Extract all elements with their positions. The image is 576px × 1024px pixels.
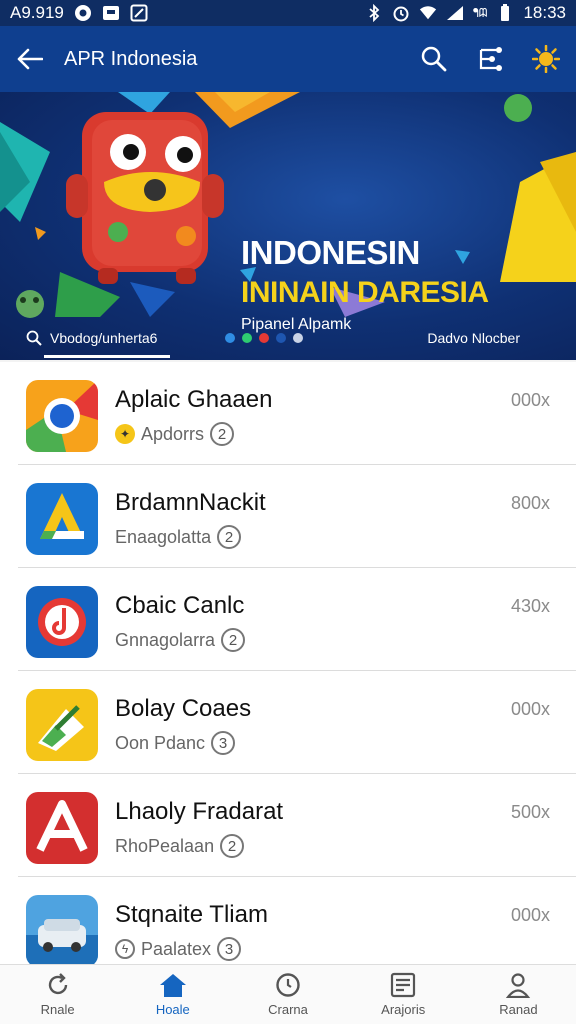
share-button[interactable] xyxy=(476,45,504,73)
music-app-icon xyxy=(26,586,98,658)
app-name: Lhaoly Fradarat xyxy=(115,798,284,825)
status-time-left: A9.919 xyxy=(10,3,64,22)
list-item[interactable]: Aplaic Ghaaen ✦ Apdorrs 2 000x xyxy=(0,362,576,465)
app-developer: RhoPealaan xyxy=(115,835,215,856)
nav-label: Rnale xyxy=(40,1002,75,1017)
list-item[interactable]: Lhaoly Fradarat RhoPealaan 2 500x xyxy=(0,774,576,877)
record-icon xyxy=(74,4,92,22)
app-size: 000x xyxy=(510,699,550,719)
app-subtitle: RhoPealaan 2 xyxy=(115,834,245,858)
list-item[interactable]: Bolay Coaes Oon Pdanc 3 000x xyxy=(0,671,576,774)
bluetooth-icon xyxy=(365,4,383,22)
app-count-badge: 3 xyxy=(211,731,236,755)
bolt-badge-icon: ϟ xyxy=(115,939,135,959)
status-time-right: 18:33 xyxy=(523,3,566,22)
app-size: 000x xyxy=(510,905,550,925)
app-subtitle: ϟ Paalatex 3 xyxy=(115,937,242,961)
banner-tabs: Vbodog/unherta6 Dadvo Nlocber xyxy=(0,316,576,360)
app-name: Stqnaite Tliam xyxy=(115,901,268,928)
banner-title-line1: INDONESIN xyxy=(241,234,420,271)
search-button[interactable] xyxy=(420,45,448,73)
banner-tab-left-label: Vbodog/unherta6 xyxy=(50,330,158,346)
app-size: 000x xyxy=(510,390,550,410)
sun-icon xyxy=(532,45,560,73)
photo-app-icon xyxy=(26,689,98,761)
carousel-dots[interactable] xyxy=(225,333,304,343)
app-developer: Enaagolatta xyxy=(115,526,212,547)
app-count-badge: 2 xyxy=(220,834,245,858)
list-item[interactable]: BrdamnNackit Enaagolatta 2 800x xyxy=(0,465,576,568)
bottom-nav: Rnale Hoale Crarna Arajoris Ranad xyxy=(0,964,576,1024)
alarm-icon xyxy=(392,4,410,22)
app-subtitle: Oon Pdanc 3 xyxy=(115,731,236,755)
battery-text: ᖳᗼ xyxy=(472,5,488,20)
app-developer: Gnnagolarra xyxy=(115,629,216,650)
person-icon xyxy=(506,973,531,998)
search-icon xyxy=(26,330,42,346)
app-count-badge: 2 xyxy=(210,422,235,446)
app-count-badge: 2 xyxy=(217,525,242,549)
nav-item-rnale[interactable]: Rnale xyxy=(0,965,115,1024)
carousel-dot[interactable] xyxy=(276,333,287,343)
app-count-badge: 2 xyxy=(221,628,246,652)
app-developer: Paalatex xyxy=(141,938,212,959)
nav-item-home[interactable]: Hoale xyxy=(115,965,230,1024)
nav-label: Hoale xyxy=(155,1002,190,1017)
app-developer: Oon Pdanc xyxy=(115,732,206,753)
carousel-dot[interactable] xyxy=(259,333,270,343)
nav-item-ranad[interactable]: Ranad xyxy=(461,965,576,1024)
brightness-button[interactable] xyxy=(532,45,560,73)
promo-banner[interactable]: INDONESIN ININAIN DARESIA Pipanel Alpamk… xyxy=(0,92,576,360)
letter-a-app-icon xyxy=(26,792,98,864)
nav-item-crarna[interactable]: Crarna xyxy=(230,965,345,1024)
clock-icon xyxy=(276,973,300,997)
carousel-dot[interactable] xyxy=(225,333,236,343)
home-icon xyxy=(159,974,186,997)
status-bar: A9.919 ᖳᗼ 18:33 xyxy=(0,0,576,26)
car-app-icon xyxy=(26,895,98,964)
app-name: Cbaic Canlc xyxy=(115,592,245,619)
banner-tab-left[interactable]: Vbodog/unherta6 xyxy=(26,316,170,360)
app-subtitle: Enaagolatta 2 xyxy=(115,525,242,549)
signal-icon xyxy=(446,4,464,22)
list-icon xyxy=(391,972,416,998)
wifi-icon xyxy=(419,4,437,22)
app-name: BrdamnNackit xyxy=(115,489,266,516)
app-developer: Apdorrs xyxy=(141,423,205,444)
list-item[interactable]: Cbaic Canlc Gnnagolarra 2 430x xyxy=(0,568,576,671)
search-icon xyxy=(421,46,447,72)
message-icon xyxy=(102,4,120,22)
nav-label: Ranad xyxy=(499,1002,538,1017)
app-size: 500x xyxy=(510,802,550,822)
page-title: APR Indonesia xyxy=(64,47,198,70)
arrow-left-icon xyxy=(17,48,43,70)
app-count-badge: 3 xyxy=(217,937,242,961)
app-subtitle: Gnnagolarra 2 xyxy=(115,628,246,652)
app-name: Bolay Coaes xyxy=(115,695,252,722)
nav-label: Crarna xyxy=(268,1002,308,1017)
chrome-app-icon xyxy=(26,380,98,452)
back-button[interactable] xyxy=(16,45,44,73)
nav-item-arajoris[interactable]: Arajoris xyxy=(346,965,461,1024)
star-badge-icon: ✦ xyxy=(115,424,135,444)
app-subtitle: ✦ Apdorrs 2 xyxy=(115,422,235,446)
banner-tab-right[interactable]: Dadvo Nlocber xyxy=(427,330,520,346)
edit-icon xyxy=(130,4,148,22)
app-name: Aplaic Ghaaen xyxy=(115,386,273,413)
battery-icon xyxy=(496,4,514,22)
refresh-icon xyxy=(48,973,67,995)
share-icon xyxy=(479,47,502,71)
carousel-dot[interactable] xyxy=(242,333,253,343)
app-size: 800x xyxy=(510,493,550,513)
app-size: 430x xyxy=(510,596,550,616)
banner-title-line2: ININAIN DARESIA xyxy=(241,276,489,309)
app-bar: APR Indonesia xyxy=(0,26,576,92)
active-tab-underline xyxy=(44,355,170,358)
carousel-dot[interactable] xyxy=(293,333,304,343)
nav-label: Arajoris xyxy=(381,1002,426,1017)
drive-app-icon xyxy=(26,483,98,555)
list-item[interactable]: Stqnaite Tliam ϟ Paalatex 3 000x xyxy=(0,877,576,964)
app-list: Aplaic Ghaaen ✦ Apdorrs 2 000x BrdamnNac… xyxy=(0,362,576,964)
